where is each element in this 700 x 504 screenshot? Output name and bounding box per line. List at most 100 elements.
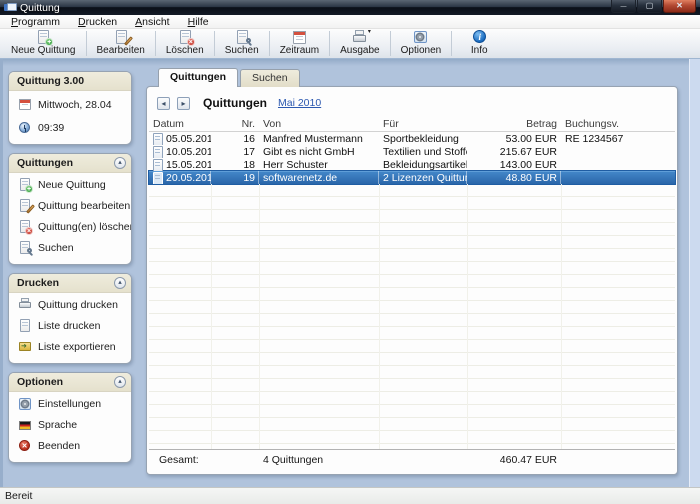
printer-icon — [351, 30, 369, 45]
app-version-label: Quittung 3.00 — [17, 75, 84, 87]
previous-month-button[interactable] — [157, 97, 170, 110]
toolbar-separator — [451, 31, 452, 56]
column-header-betrag[interactable]: Betrag — [467, 118, 561, 130]
current-time: 09:39 — [9, 119, 131, 137]
column-header-datum[interactable]: Datum — [149, 118, 211, 130]
sidebar-item-quittung-drucken[interactable]: Quittung drucken — [9, 296, 131, 314]
column-header-nr[interactable]: Nr. — [211, 118, 259, 130]
print-receipt-icon — [18, 298, 32, 312]
titlebar[interactable]: Quittung — [0, 0, 700, 15]
sidebar-quittungen-header: Quittungen — [9, 154, 131, 173]
period-link[interactable]: Mai 2010 — [278, 97, 321, 109]
sidebar-drucken-header: Drucken — [9, 274, 131, 293]
tab-bar: Quittungen Suchen — [146, 69, 678, 87]
document-icon — [153, 159, 163, 171]
statusbar: Bereit — [0, 487, 700, 504]
table-header: Datum Nr. Von Für Betrag Buchungsv. — [149, 117, 675, 132]
sidebar-item-suchen[interactable]: Suchen — [9, 239, 131, 257]
document-icon — [153, 133, 163, 145]
calendar-icon — [290, 30, 308, 45]
app-window: Quittung Programm Drucken Ansicht Hilfe … — [0, 0, 700, 504]
next-month-button[interactable] — [177, 97, 190, 110]
close-button[interactable] — [663, 0, 696, 13]
toolbar: Neue Quittung Bearbeiten Löschen Suchen … — [0, 29, 700, 59]
document-icon — [153, 146, 163, 158]
table-row[interactable]: 05.05.2010 16 Manfred Mustermann Sportbe… — [149, 132, 675, 145]
column-header-von[interactable]: Von — [259, 118, 379, 130]
new-receipt-button[interactable]: Neue Quittung — [2, 29, 85, 58]
toolbar-separator — [214, 31, 215, 56]
new-receipt-icon — [18, 178, 32, 192]
sidebar-panel-optionen: Optionen Einstellungen Sprache Beenden — [8, 372, 132, 463]
current-date: Mittwoch, 28.04 — [9, 96, 131, 114]
sidebar-item-neue-quittung[interactable]: Neue Quittung — [9, 176, 131, 194]
sidebar-panel-drucken: Drucken Quittung drucken Liste drucken L… — [8, 273, 132, 364]
table-row-selected[interactable]: 20.05.2010 19 softwarenetz.de 2 Lizenzen… — [149, 171, 675, 184]
column-header-fuer[interactable]: Für — [379, 118, 467, 130]
sidebar-optionen-header: Optionen — [9, 373, 131, 392]
settings-icon — [18, 397, 32, 411]
sidebar-item-quittungen-loeschen[interactable]: Quittung(en) löschen — [9, 218, 131, 236]
export-list-icon — [18, 340, 32, 354]
sidebar-item-sprache[interactable]: Sprache — [9, 416, 131, 434]
menubar: Programm Drucken Ansicht Hilfe — [0, 15, 700, 29]
delete-button[interactable]: Löschen — [157, 29, 213, 58]
edit-receipt-icon — [112, 30, 130, 45]
window-controls — [610, 0, 696, 13]
info-icon — [470, 30, 488, 45]
delete-receipt-icon — [176, 30, 194, 45]
table-row[interactable]: 10.05.2010 17 Gibt es nicht GmbH Textili… — [149, 145, 675, 158]
menu-drucken[interactable]: Drucken — [69, 15, 126, 29]
settings-icon — [412, 30, 430, 45]
sidebar-item-quittung-bearbeiten[interactable]: Quittung bearbeiten — [9, 197, 131, 215]
minimize-button[interactable] — [611, 0, 636, 13]
empty-rows-area — [149, 184, 675, 449]
sidebar-info-header: Quittung 3.00 — [9, 72, 131, 91]
menu-hilfe[interactable]: Hilfe — [179, 15, 218, 29]
info-button[interactable]: Info — [453, 29, 505, 58]
edit-button[interactable]: Bearbeiten — [88, 29, 154, 58]
sidebar-item-beenden[interactable]: Beenden — [9, 437, 131, 455]
document-icon — [153, 172, 163, 184]
window-left-border — [0, 59, 3, 487]
period-button[interactable]: Zeitraum — [271, 29, 328, 58]
sidebar-panel-info: Quittung 3.00 Mittwoch, 28.04 09:39 — [8, 71, 132, 145]
clock-icon — [18, 121, 32, 135]
new-receipt-icon — [34, 30, 52, 45]
sidebar-item-liste-exportieren[interactable]: Liste exportieren — [9, 338, 131, 356]
menu-ansicht[interactable]: Ansicht — [126, 15, 178, 29]
receipts-panel: Quittungen Mai 2010 Datum Nr. Von Für Be… — [146, 86, 678, 475]
output-button[interactable]: Ausgabe — [331, 29, 388, 58]
totals-row: Gesamt: 4 Quittungen 460.47 EUR — [149, 449, 675, 474]
window-right-border — [689, 59, 700, 487]
collapse-button[interactable] — [114, 277, 126, 289]
delete-receipt-icon — [18, 220, 32, 234]
table-row[interactable]: 15.05.2010 18 Herr Schuster Bekleidungsa… — [149, 158, 675, 171]
list-heading: Quittungen — [203, 96, 267, 110]
column-header-buchungsv[interactable]: Buchungsv. — [561, 118, 675, 130]
menu-programm[interactable]: Programm — [2, 15, 69, 29]
search-icon — [233, 30, 251, 45]
tab-suchen[interactable]: Suchen — [240, 69, 300, 87]
sidebar-item-liste-drucken[interactable]: Liste drucken — [9, 317, 131, 335]
sidebar: Quittung 3.00 Mittwoch, 28.04 09:39 Quit… — [8, 71, 132, 487]
receipt-app-icon — [4, 3, 16, 12]
window-title: Quittung — [20, 2, 60, 14]
german-flag-icon — [18, 418, 32, 432]
maximize-button[interactable] — [637, 0, 662, 13]
collapse-button[interactable] — [114, 376, 126, 388]
calendar-icon — [18, 98, 32, 112]
edit-receipt-icon — [18, 199, 32, 213]
collapse-button[interactable] — [114, 157, 126, 169]
search-button[interactable]: Suchen — [216, 29, 268, 58]
print-list-icon — [18, 319, 32, 333]
total-amount: 460.47 EUR — [467, 454, 561, 466]
sidebar-item-einstellungen[interactable]: Einstellungen — [9, 395, 131, 413]
toolbar-separator — [269, 31, 270, 56]
content-area: Quittung 3.00 Mittwoch, 28.04 09:39 Quit… — [0, 59, 700, 487]
options-button[interactable]: Optionen — [392, 29, 451, 58]
toolbar-separator — [155, 31, 156, 56]
sidebar-panel-quittungen: Quittungen Neue Quittung Quittung bearbe… — [8, 153, 132, 265]
close-icon — [676, 1, 683, 10]
tab-quittungen[interactable]: Quittungen — [158, 68, 238, 87]
